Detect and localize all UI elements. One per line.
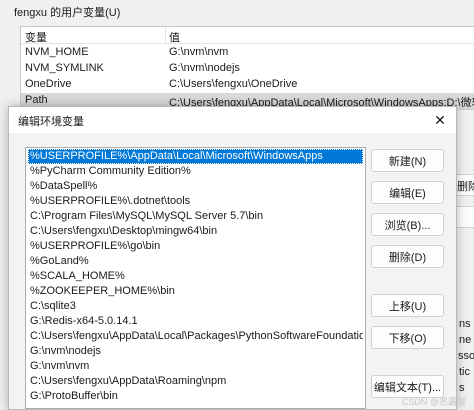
column-separator[interactable]	[165, 27, 166, 44]
edit-button[interactable]: 编辑(E)	[371, 181, 444, 204]
variable-name: OneDrive	[25, 78, 72, 90]
path-entry[interactable]: G:\ProtoBuffer\bin	[28, 389, 363, 404]
path-entry[interactable]: %PyCharm Community Edition%	[28, 164, 363, 179]
variable-name: NVM_HOME	[25, 46, 89, 58]
background-button-partial[interactable]	[456, 206, 474, 228]
user-variables-group-title: fengxu 的用户变量(U)	[14, 7, 121, 19]
variable-name: Path	[25, 94, 48, 106]
column-header-value[interactable]: 值	[169, 29, 180, 45]
path-entry[interactable]: G:\Redis-x64-5.0.14.1	[28, 314, 363, 329]
browse-button[interactable]: 浏览(B)...	[371, 213, 444, 236]
path-entry[interactable]: %GoLand%	[28, 254, 363, 269]
user-variables-header: 变量 值	[21, 27, 474, 44]
path-entry[interactable]: %ZOOKEEPER_HOME%\bin	[28, 284, 363, 299]
user-variable-row-onedrive[interactable]: OneDrive C:\Users\fengxu\OneDrive	[21, 77, 474, 93]
path-entry[interactable]: %SCALA_HOME%	[28, 269, 363, 284]
user-variable-row-nvm-symlink[interactable]: NVM_SYMLINK G:\nvm\nodejs	[21, 61, 474, 77]
path-entries-list[interactable]: %USERPROFILE%\AppData\Local\Microsoft\Wi…	[25, 147, 366, 409]
column-header-variable[interactable]: 变量	[25, 29, 47, 45]
variable-name: NVM_SYMLINK	[25, 62, 104, 74]
background-text-fragment: s	[459, 382, 465, 394]
close-icon: ✕	[434, 111, 446, 128]
background-delete-label: 删除	[457, 181, 474, 193]
variable-value: G:\nvm\nvm	[169, 46, 229, 58]
path-entry[interactable]: %DataSpell%	[28, 179, 363, 194]
path-entry[interactable]: C:\Users\fengxu\Desktop\mingw64\bin	[28, 224, 363, 239]
path-entry[interactable]: C:\sqlite3	[28, 299, 363, 314]
variable-value: G:\nvm\nodejs	[169, 62, 240, 74]
background-text-fragment: ns	[459, 318, 471, 330]
path-entry[interactable]: G:\nvm\nodejs	[28, 344, 363, 359]
close-button[interactable]: ✕	[424, 107, 456, 133]
move-up-button[interactable]: 上移(U)	[371, 294, 444, 317]
path-entry[interactable]: C:\Users\fengxu\AppData\Local\Packages\P…	[28, 329, 363, 344]
move-down-button[interactable]: 下移(O)	[371, 326, 444, 349]
path-entry[interactable]: %USERPROFILE%\AppData\Local\Microsoft\Wi…	[28, 149, 363, 164]
user-variables-list[interactable]: 变量 值 NVM_HOME G:\nvm\nvm NVM_SYMLINK G:\…	[20, 26, 474, 110]
path-entry[interactable]: C:\Program Files\MySQL\MySQL Server 5.7\…	[28, 209, 363, 224]
delete-button[interactable]: 删除(D)	[371, 245, 444, 268]
edit-environment-variable-dialog: 编辑环境变量 ✕ %USERPROFILE%\AppData\Local\Mic…	[8, 106, 457, 410]
path-entry[interactable]: C:\Users\fengxu\AppData\Roaming\npm	[28, 374, 363, 389]
dialog-titlebar[interactable]: 编辑环境变量 ✕	[9, 107, 456, 133]
path-entry[interactable]: %USERPROFILE%\.dotnet\tools	[28, 194, 363, 209]
path-entry[interactable]: G:\nvm\nvm	[28, 359, 363, 374]
user-variable-row-nvm-home[interactable]: NVM_HOME G:\nvm\nvm	[21, 45, 474, 61]
variable-value: C:\Users\fengxu\OneDrive	[169, 78, 298, 90]
watermark: CSDN @恶霸俊	[401, 397, 466, 407]
dialog-title: 编辑环境变量	[18, 116, 84, 128]
path-entry[interactable]: %USERPROFILE%\go\bin	[28, 239, 363, 254]
background-text-fragment: ssor	[458, 350, 474, 362]
background-text-fragment: tic	[459, 366, 470, 378]
background-text-fragment: ne	[459, 334, 472, 346]
new-button[interactable]: 新建(N)	[371, 149, 444, 172]
